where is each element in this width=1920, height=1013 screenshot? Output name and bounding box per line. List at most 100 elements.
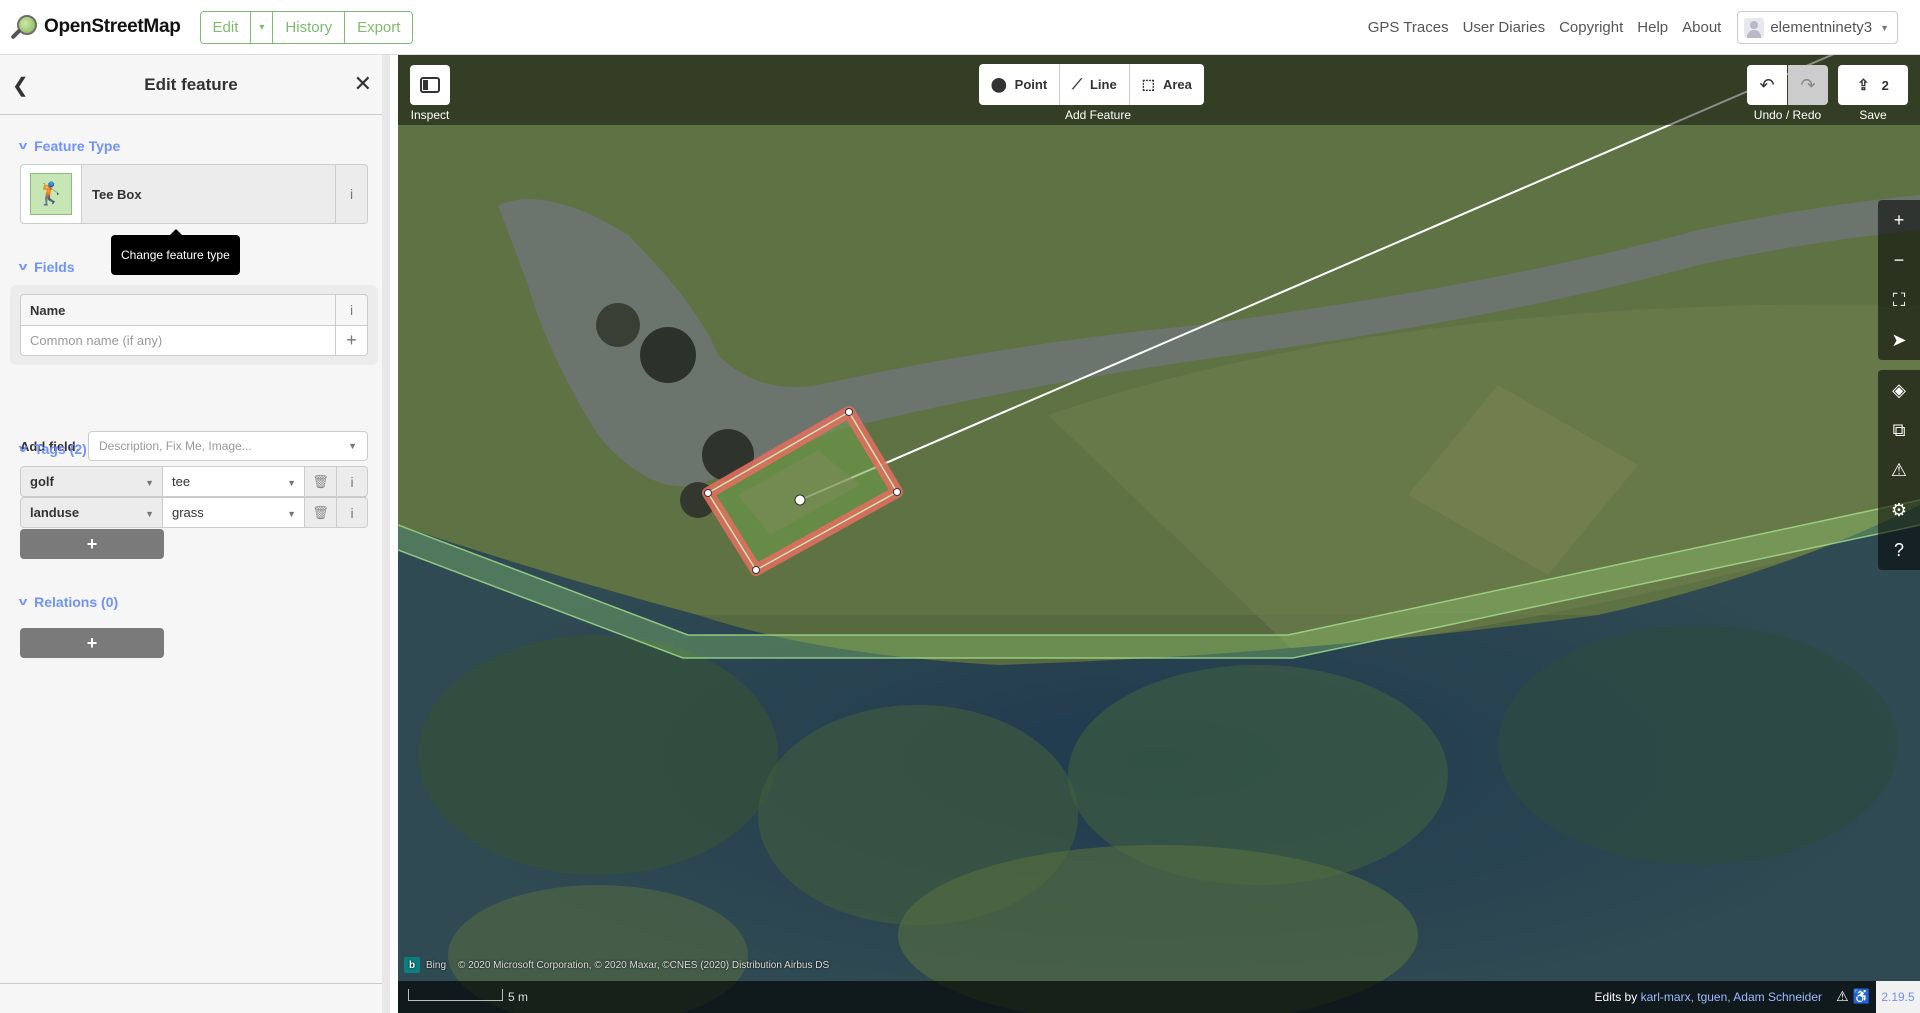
section-relations[interactable]: v Relations (0) — [19, 594, 119, 610]
zoom-to-selection-button[interactable]: ⛶ — [1878, 280, 1920, 320]
add-localized-name-button[interactable]: + — [335, 326, 367, 355]
tags-heading: Tags (2) — [34, 441, 87, 457]
tag-info-button[interactable]: i — [337, 497, 368, 528]
warning-icon: ⚠ — [1890, 459, 1908, 480]
background-pane-button[interactable]: ◈ — [1878, 370, 1920, 410]
attribution-text: © 2020 Microsoft Corporation, © 2020 Max… — [458, 959, 830, 971]
add-area-label: Area — [1162, 77, 1192, 92]
tag-key-text: golf — [30, 474, 54, 489]
tag-key[interactable]: golf ▼ — [20, 466, 163, 497]
relations-heading: Relations (0) — [34, 594, 119, 610]
save-button[interactable]: ⇪ 2 — [1838, 65, 1908, 105]
layers-icon: ◈ — [1892, 379, 1906, 400]
tag-value[interactable]: tee ▼ — [163, 466, 305, 497]
attribution-source[interactable]: Bing — [426, 960, 446, 971]
zoom-controls: + − ⛶ ➤ — [1878, 200, 1920, 360]
change-feature-type-tooltip: Change feature type — [111, 229, 240, 275]
map-canvas[interactable] — [398, 55, 1920, 1013]
name-input[interactable] — [21, 326, 335, 355]
help-pane-button[interactable]: ? — [1878, 530, 1920, 570]
save-count: 2 — [1881, 77, 1889, 93]
scale-bar[interactable] — [408, 989, 503, 1001]
marker-icon: ⬤ — [991, 76, 1007, 92]
section-tags[interactable]: v Tags (2) — [18, 441, 87, 457]
name-info-button[interactable]: i — [335, 295, 367, 325]
history-button[interactable]: History — [273, 11, 346, 43]
add-line-label: Line — [1089, 77, 1117, 92]
nav-help[interactable]: Help — [1637, 19, 1668, 36]
close-icon[interactable]: ✕ — [354, 71, 372, 97]
edits-prefix: Edits by — [1594, 990, 1638, 1004]
map-data-icon: ⧉ — [1892, 419, 1906, 440]
nav-user-diaries[interactable]: User Diaries — [1463, 19, 1546, 36]
delete-tag-button[interactable]: 🗑 — [305, 466, 337, 497]
nav-copyright[interactable]: Copyright — [1559, 19, 1623, 36]
save-label: Save — [1859, 108, 1887, 122]
zoom-out-button[interactable]: − — [1878, 240, 1920, 280]
preset-icon-box: 🏌 — [21, 165, 82, 223]
section-fields[interactable]: v Fields — [19, 259, 75, 275]
chevron-down-icon: ▼ — [287, 478, 296, 488]
tag-key[interactable]: landuse ▼ — [20, 497, 163, 528]
geolocate-button[interactable]: ➤ — [1878, 320, 1920, 360]
back-chevron-icon[interactable]: ❮ — [12, 73, 29, 98]
help-icon: ? — [1893, 539, 1904, 560]
nav-gps-traces[interactable]: GPS Traces — [1368, 19, 1449, 36]
add-field-placeholder: Description, Fix Me, Image... — [99, 439, 252, 453]
add-point-label: Point — [1014, 77, 1048, 92]
editors-list[interactable]: karl-marx, tguen, Adam Schneider — [1641, 990, 1822, 1004]
plus-icon: + — [1893, 209, 1905, 230]
area-icon: ⬚ — [1141, 76, 1155, 92]
preset-name: Tee Box — [92, 186, 142, 202]
preset-selector[interactable]: 🏌 Tee Box i — [20, 164, 368, 224]
section-feature-type[interactable]: v Feature Type — [19, 138, 120, 154]
edits-by: Edits by karl-marx, tguen, Adam Schneide… — [1595, 990, 1822, 1004]
redo-button[interactable]: ↷ — [1788, 65, 1828, 105]
osm-logo[interactable]: OpenStreetMap — [10, 0, 181, 55]
edit-button[interactable]: Edit — [200, 11, 252, 43]
name-input-row: + — [20, 325, 368, 356]
export-button[interactable]: Export — [345, 11, 413, 43]
user-menu[interactable]: elementninety3 ▼ — [1737, 11, 1898, 44]
add-feature-label: Add Feature — [1064, 108, 1132, 122]
tag-key-text: landuse — [30, 505, 80, 520]
secondary-nav: GPS Traces User Diaries Copyright Help A… — [1354, 0, 1898, 55]
add-feature-group: ⬤ Point ⟋ Line ⬚ Area — [979, 64, 1204, 105]
undo-redo-label: Undo / Redo — [1753, 108, 1822, 122]
inspect-toggle-button[interactable] — [410, 65, 450, 105]
map-data-pane-button[interactable]: ⧉ — [1878, 410, 1920, 450]
version-label[interactable]: 2.19.5 — [1876, 981, 1920, 1013]
focus-icon: ⛶ — [1892, 289, 1906, 310]
add-area-button[interactable]: ⬚ Area — [1130, 64, 1204, 105]
brand-name: OpenStreetMap — [44, 16, 181, 37]
preferences-pane-button[interactable]: ⚙ — [1878, 490, 1920, 530]
trash-icon: 🗑 — [312, 504, 329, 520]
chevron-down-icon: v — [18, 443, 28, 455]
edit-menu-caret-button[interactable]: ▾ — [251, 11, 274, 43]
nav-about[interactable]: About — [1682, 19, 1721, 36]
add-point-button[interactable]: ⬤ Point — [979, 64, 1061, 105]
fields-heading: Fields — [34, 259, 75, 275]
sidebar-footer — [0, 983, 382, 1013]
zoom-in-button[interactable]: + — [1878, 200, 1920, 240]
add-relation-button[interactable]: + — [20, 628, 164, 658]
issues-pane-button[interactable]: ⚠ — [1878, 450, 1920, 490]
chevron-down-icon: ▼ — [1880, 22, 1889, 33]
preset-info-button[interactable]: i — [335, 165, 367, 223]
aerial-imagery — [398, 55, 1920, 1013]
map-footer: 5 m Edits by karl-marx, tguen, Adam Schn… — [398, 981, 1920, 1013]
tag-info-button[interactable]: i — [337, 466, 368, 497]
tag-value[interactable]: grass ▼ — [163, 497, 305, 528]
trash-icon: 🗑 — [312, 473, 329, 489]
add-field-combo[interactable]: Description, Fix Me, Image... ▼ — [88, 431, 368, 461]
undo-button[interactable]: ↶ — [1747, 65, 1787, 105]
golfer-icon: 🏌 — [30, 173, 72, 215]
bing-logo-icon: b — [404, 957, 420, 973]
footer-issue-icons[interactable]: ⚠ ♿ — [1836, 988, 1870, 1005]
username: elementninety3 — [1770, 19, 1873, 36]
chevron-down-icon: ▼ — [287, 509, 296, 519]
tag-row: golf ▼ tee ▼ 🗑 i — [20, 466, 368, 497]
add-line-button[interactable]: ⟋ Line — [1060, 64, 1130, 105]
delete-tag-button[interactable]: 🗑 — [305, 497, 337, 528]
add-tag-button[interactable]: + — [20, 529, 164, 559]
